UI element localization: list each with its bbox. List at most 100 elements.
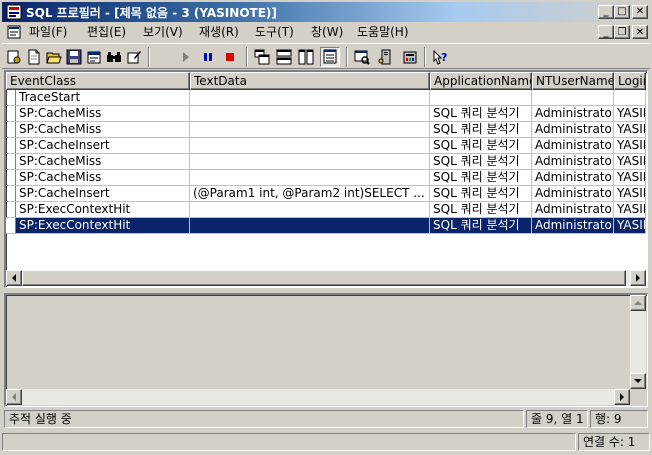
eventclass-cell: SP:CacheMiss: [16, 154, 190, 170]
ntusername-cell: Administrator: [532, 154, 614, 170]
help-button[interactable]: ?: [430, 47, 450, 67]
mdi-restore-button[interactable]: ❐: [614, 25, 630, 39]
mdi-close-button[interactable]: ✕: [632, 25, 648, 39]
table-row[interactable]: SP:CacheMiss SQL 쿼리 분석기AdministratorYASIN…: [6, 106, 646, 122]
play-button[interactable]: [176, 47, 196, 67]
eventclass-cell: SP:CacheMiss: [16, 122, 190, 138]
eventclass-cell: TraceStart: [16, 90, 190, 106]
column-header-applicationname[interactable]: ApplicationName: [430, 72, 532, 90]
applicationname-cell: SQL 쿼리 분석기: [430, 218, 532, 234]
tile-horizontal-button[interactable]: [274, 47, 294, 67]
save-button[interactable]: [64, 47, 84, 67]
toolbar-separator: [424, 47, 426, 67]
document-icon[interactable]: [6, 24, 22, 40]
table-row[interactable]: SP:CacheMiss SQL 쿼리 분석기AdministratorYASIN…: [6, 170, 646, 186]
row-gutter[interactable]: [6, 138, 16, 154]
toolbar-separator: [148, 47, 150, 67]
scroll-down-button[interactable]: [630, 373, 646, 389]
applicationname-cell: SQL 쿼리 분석기: [430, 122, 532, 138]
scroll-left-button[interactable]: [6, 270, 22, 286]
table-row[interactable]: SP:CacheMiss SQL 쿼리 분석기AdministratorYASIN…: [6, 122, 646, 138]
ntusername-cell: Administrator: [532, 106, 614, 122]
row-gutter[interactable]: [6, 122, 16, 138]
trace-properties-button[interactable]: [84, 47, 104, 67]
detail-horizontal-scrollbar[interactable]: [6, 389, 630, 405]
row-gutter[interactable]: [6, 170, 16, 186]
row-gutter[interactable]: [6, 90, 16, 106]
column-header-ntusername[interactable]: NTUserName: [532, 72, 614, 90]
query-analyzer-icon: [354, 50, 370, 65]
settings-button[interactable]: [400, 47, 420, 67]
grid-rows: TraceStart SP:CacheMiss SQL 쿼리 분석기 Administ…: [6, 90, 646, 268]
app-status-message: [2, 433, 576, 451]
window-title: SQL 프로필러 - [제목 없음 - 3 (YASINOTE)]: [26, 6, 277, 20]
text-detail-pane[interactable]: [4, 293, 648, 407]
applicationname-cell: [430, 90, 532, 106]
menu-tools[interactable]: 도구(T): [250, 24, 299, 40]
arrow-right-icon: [620, 393, 624, 401]
find-icon: [107, 52, 121, 62]
menu-view[interactable]: 보기(V): [138, 24, 188, 40]
close-icon: ✕: [635, 26, 645, 38]
column-header-eventclass[interactable]: EventClass: [6, 72, 190, 90]
properties-button[interactable]: [4, 47, 24, 67]
scroll-left-button[interactable]: [6, 389, 22, 405]
eventclass-cell: SP:CacheMiss: [16, 106, 190, 122]
table-row[interactable]: TraceStart: [6, 90, 646, 106]
row-gutter[interactable]: [6, 154, 16, 170]
menu-help[interactable]: 도움말(H): [352, 24, 414, 40]
restore-icon: ❐: [617, 26, 627, 38]
row-gutter[interactable]: [6, 186, 16, 202]
textdata-cell: [190, 170, 430, 186]
title-bar[interactable]: SQL 프로필러 - [제목 없음 - 3 (YASINOTE)] _ □ ✕: [2, 2, 650, 22]
ntusername-cell: Administrator: [532, 218, 614, 234]
column-header-textdata[interactable]: TextData: [190, 72, 430, 90]
table-row[interactable]: SP:CacheMiss SQL 쿼리 분석기AdministratorYASIN…: [6, 154, 646, 170]
enterprise-manager-button[interactable]: [376, 47, 396, 67]
menu-window[interactable]: 창(W): [306, 24, 348, 40]
eventclass-cell: SP:ExecContextHit: [16, 202, 190, 218]
table-row[interactable]: SP:ExecContextHit SQL 쿼리 분석기 Administrator…: [6, 202, 646, 218]
query-analyzer-button[interactable]: [352, 47, 372, 67]
cascade-button[interactable]: [252, 47, 272, 67]
ntusername-cell: Administrator: [532, 202, 614, 218]
close-button[interactable]: ✕: [632, 5, 648, 19]
table-row[interactable]: SP:CacheInsert (@Param1 int, @Param2 int)…: [6, 186, 646, 202]
scroll-up-button[interactable]: [630, 295, 646, 311]
edit-button[interactable]: [124, 47, 144, 67]
loginname-cell: YASINOTE: [614, 202, 646, 218]
applicationname-cell: SQL 쿼리 분석기: [430, 138, 532, 154]
find-button[interactable]: [104, 47, 124, 67]
row-gutter[interactable]: [6, 106, 16, 122]
column-header-loginname[interactable]: LoginName: [614, 72, 646, 90]
tile-vertical-button[interactable]: [296, 47, 316, 67]
new-trace-button[interactable]: [24, 47, 44, 67]
save-icon: [66, 49, 82, 65]
applicationname-cell: SQL 쿼리 분석기: [430, 154, 532, 170]
pause-button[interactable]: [198, 47, 218, 67]
trace-grid[interactable]: EventClass TextData ApplicationName NTUs…: [4, 70, 648, 288]
row-gutter[interactable]: [6, 218, 16, 234]
horizontal-scroll-thumb[interactable]: [22, 270, 626, 286]
maximize-button[interactable]: □: [614, 5, 630, 19]
auto-scroll-button[interactable]: [320, 47, 340, 67]
ntusername-cell: Administrator: [532, 138, 614, 154]
row-gutter[interactable]: [6, 202, 16, 218]
minimize-button[interactable]: _: [598, 5, 614, 19]
menu-file[interactable]: 파일(F): [24, 24, 72, 40]
mdi-minimize-button[interactable]: _: [598, 25, 614, 39]
profiler-app-icon[interactable]: [6, 4, 22, 20]
stop-button[interactable]: [220, 47, 240, 67]
open-button[interactable]: [44, 47, 64, 67]
table-row[interactable]: SP:ExecContextHit SQL 쿼리 분석기 Administrator…: [6, 218, 646, 234]
scroll-right-button[interactable]: [630, 270, 646, 286]
horizontal-scrollbar[interactable]: [6, 270, 646, 286]
menu-edit[interactable]: 편집(E): [82, 24, 131, 40]
ntusername-cell: [532, 90, 614, 106]
menu-replay[interactable]: 재생(R): [194, 24, 244, 40]
arrow-up-icon: [634, 301, 642, 305]
detail-vertical-scrollbar[interactable]: [630, 295, 646, 389]
textdata-cell: [190, 90, 430, 106]
scroll-right-button[interactable]: [614, 389, 630, 405]
table-row[interactable]: SP:CacheInsert SQL 쿼리 분석기 Administrator YAS…: [6, 138, 646, 154]
